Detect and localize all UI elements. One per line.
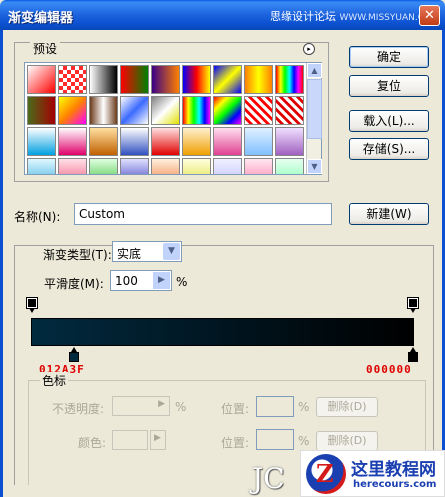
color-swatch-field[interactable] (112, 430, 148, 450)
opacity-location-label: 位置: (221, 402, 250, 416)
preset-swatch[interactable] (244, 65, 273, 94)
scroll-up-icon[interactable]: ▲ (307, 63, 322, 78)
preset-swatch[interactable] (120, 96, 149, 125)
opacity-field[interactable]: ▶ (112, 396, 170, 416)
preset-swatch[interactable] (89, 65, 118, 94)
window-title: 渐变编辑器 (8, 11, 74, 26)
opacity-location-percent: % (298, 400, 310, 414)
smoothness-value: 100 (115, 274, 138, 288)
reset-button[interactable]: 复位 (349, 75, 429, 97)
preset-swatch[interactable] (27, 65, 56, 94)
logo-glyph: Z (316, 459, 334, 488)
presets-swatch-panel[interactable] (24, 62, 322, 175)
gradient-bar[interactable] (31, 318, 414, 346)
preset-swatch[interactable] (275, 127, 304, 156)
preset-swatch[interactable] (213, 158, 242, 174)
presets-scrollbar[interactable]: ▲ ▼ (306, 63, 322, 174)
smoothness-arrow-icon[interactable]: ▶ (153, 272, 170, 289)
color-arrow-icon[interactable]: ▶ (154, 433, 161, 443)
opacity-delete-button[interactable]: 删除(D) (316, 397, 378, 417)
preset-swatch[interactable] (89, 158, 118, 174)
preset-swatch[interactable] (58, 65, 87, 94)
opacity-stop-end[interactable] (407, 297, 419, 315)
preset-swatch[interactable] (151, 96, 180, 125)
preset-swatch[interactable] (151, 127, 180, 156)
title-bar: 渐变编辑器 思缘设计论坛 WWW.MISSYUAN.COM ✕ (0, 0, 445, 30)
save-button[interactable]: 存储(S)... (349, 138, 429, 160)
name-label: 名称(N): (14, 210, 61, 224)
color-location-label: 位置: (221, 436, 250, 450)
opacity-percent: % (175, 400, 187, 414)
color-label: 颜色: (78, 436, 107, 450)
preset-swatch[interactable] (182, 65, 211, 94)
preset-swatch[interactable] (182, 96, 211, 125)
site-watermark: 思缘设计论坛 WWW.MISSYUAN.COM (270, 8, 439, 24)
name-input[interactable]: Custom (74, 203, 332, 225)
preset-swatch[interactable] (213, 65, 242, 94)
preset-swatch[interactable] (275, 96, 304, 125)
opacity-label: 不透明度: (52, 402, 105, 416)
preset-swatch[interactable] (275, 158, 304, 174)
preset-swatch[interactable] (27, 158, 56, 174)
gradient-type-value: 实底 (117, 247, 142, 261)
preset-swatch[interactable] (58, 96, 87, 125)
preset-swatch[interactable] (89, 127, 118, 156)
logo-icon: Z (306, 454, 346, 494)
preset-swatch[interactable] (213, 127, 242, 156)
smoothness-label: 平滑度(M): (44, 277, 104, 291)
chevron-down-icon[interactable]: ▼ (163, 243, 180, 260)
preset-swatch[interactable] (27, 127, 56, 156)
gradient-type-select[interactable]: 实底 ▼ (112, 241, 182, 262)
color-delete-button[interactable]: 删除(D) (316, 431, 378, 451)
preset-swatch[interactable] (244, 158, 273, 174)
smoothness-input[interactable]: 100 ▶ (110, 270, 172, 291)
smoothness-percent: % (176, 275, 188, 289)
color-location-percent: % (298, 434, 310, 448)
presets-legend: 预设 (30, 40, 61, 57)
load-button[interactable]: 载入(L)... (349, 110, 429, 132)
site-logo-watermark: Z 这里教程网 herecours.com (300, 450, 445, 497)
opacity-location-field[interactable] (256, 396, 294, 417)
preset-swatch[interactable] (120, 65, 149, 94)
preset-swatch[interactable] (120, 158, 149, 174)
preset-swatch[interactable] (27, 96, 56, 125)
preset-swatch[interactable] (151, 65, 180, 94)
opacity-stop-start[interactable] (26, 297, 38, 315)
gradient-type-label: 渐变类型(T): (40, 246, 115, 263)
preset-swatch[interactable] (58, 127, 87, 156)
preset-swatch[interactable] (182, 127, 211, 156)
preset-swatch[interactable] (89, 96, 118, 125)
site-watermark-text: 思缘设计论坛 (270, 10, 336, 23)
new-button[interactable]: 新建(W) (349, 203, 429, 225)
preset-swatch[interactable] (244, 96, 273, 125)
swatch-grid (27, 65, 321, 174)
preset-swatch[interactable] (120, 127, 149, 156)
preset-swatch[interactable] (244, 127, 273, 156)
logo-site-name: 这里教程网 (351, 460, 436, 480)
end-color-hex: 000000 (366, 363, 412, 376)
logo-site-url: herecours.com (353, 479, 437, 490)
color-arrow-field[interactable]: ▶ (150, 430, 166, 450)
preset-swatch[interactable] (275, 65, 304, 94)
opacity-arrow-icon[interactable]: ▶ (158, 399, 165, 409)
scroll-thumb[interactable] (307, 79, 322, 139)
jc-watermark: JC (252, 462, 285, 495)
ok-button[interactable]: 确定 (349, 46, 429, 68)
presets-menu-icon[interactable]: ▸ (303, 43, 315, 55)
scroll-down-icon[interactable]: ▼ (307, 159, 322, 174)
close-button[interactable]: ✕ (419, 5, 440, 26)
color-stops-legend: 色标 (40, 372, 69, 389)
color-stop-start[interactable] (69, 347, 79, 364)
preset-swatch[interactable] (182, 158, 211, 174)
preset-swatch[interactable] (58, 158, 87, 174)
preset-swatch[interactable] (213, 96, 242, 125)
preset-swatch[interactable] (151, 158, 180, 174)
color-stop-end[interactable] (408, 347, 418, 364)
color-location-field[interactable] (256, 429, 294, 450)
